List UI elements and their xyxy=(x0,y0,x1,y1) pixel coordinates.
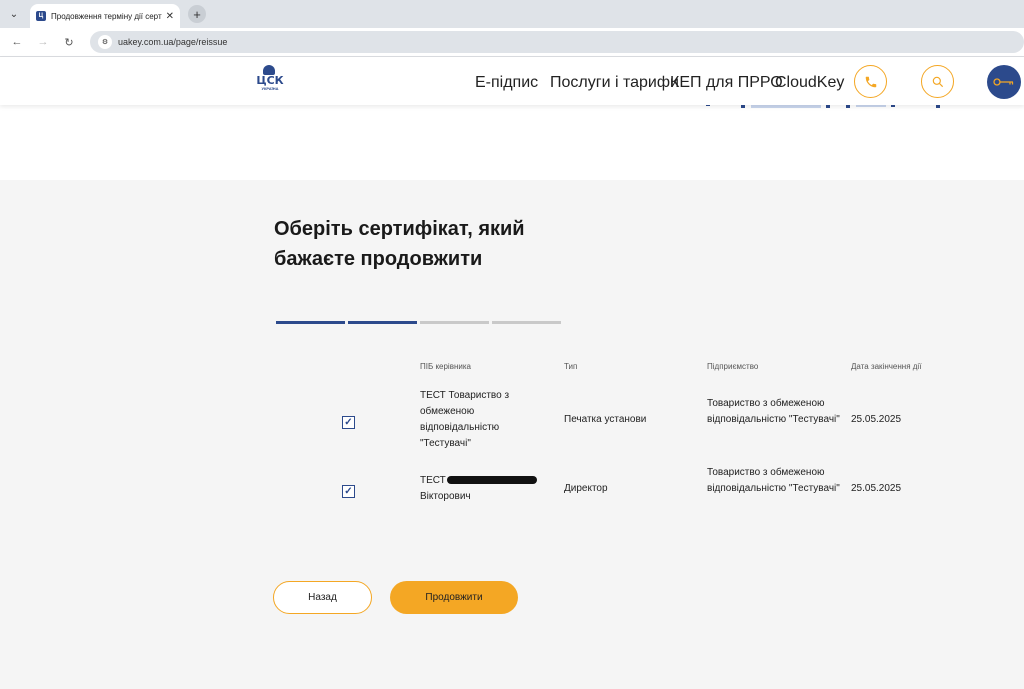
progress-step-3 xyxy=(420,321,489,324)
cell-name-prefix: ТЕСТ xyxy=(420,475,446,486)
cell-type: Печатка установи xyxy=(564,414,647,425)
site-logo[interactable]: ЦСК УКРАЇНА xyxy=(256,65,284,95)
logo-bird-icon xyxy=(263,65,275,75)
redaction-bar xyxy=(446,476,537,485)
site-header: ЦСК УКРАЇНА Е-підпис Послуги і тарифи КЕ… xyxy=(0,57,1024,105)
cell-expiry-date: 25.05.2025 xyxy=(851,483,902,494)
row-checkbox[interactable]: ✓ xyxy=(342,416,355,429)
progress-step-2 xyxy=(348,321,417,324)
cell-expiry-date: 25.05.2025 xyxy=(851,414,902,425)
site-favicon-icon: Ц xyxy=(36,11,46,21)
reload-icon[interactable]: ↻ xyxy=(60,33,78,51)
row-checkbox[interactable]: ✓ xyxy=(342,485,355,498)
search-button[interactable] xyxy=(921,65,954,98)
logo-subtext: УКРАЇНА xyxy=(261,86,279,91)
nav-link-e-signature[interactable]: Е-підпис xyxy=(475,74,538,92)
column-header-company: Підприємство xyxy=(707,362,759,371)
new-tab-icon[interactable]: + xyxy=(188,5,206,23)
tab-search-icon[interactable]: ⌄ xyxy=(6,6,22,22)
continue-button[interactable]: Продовжити xyxy=(390,581,518,614)
site-info-icon[interactable]: ⚙ xyxy=(98,35,112,49)
url-text: uakey.com.ua/page/reissue xyxy=(118,37,228,47)
search-icon xyxy=(932,76,943,87)
key-icon xyxy=(993,78,1014,86)
cell-name-suffix: Вікторович xyxy=(420,491,471,502)
cell-name: ТЕСТ Вікторович xyxy=(420,473,545,505)
tab-title: Продовження терміну дії сертифіката xyxy=(51,11,162,21)
main-content: Оберіть сертифікат, який бажаєте продовж… xyxy=(0,180,1024,689)
cell-company: Товариство з обмеженою відповідальністю … xyxy=(707,398,840,425)
cell-name: ТЕСТ Товариство з обмеженою відповідальн… xyxy=(420,390,510,449)
browser-tab[interactable]: Ц Продовження терміну дії сертифіката ✕ xyxy=(30,4,180,28)
close-icon[interactable]: ✕ xyxy=(166,11,174,22)
back-button[interactable]: Назад xyxy=(273,581,372,614)
phone-button[interactable] xyxy=(854,65,887,98)
cell-company: Товариство з обмеженою відповідальністю … xyxy=(707,467,840,494)
nav-link-cloudkey[interactable]: CloudKey xyxy=(775,74,844,92)
progress-step-1 xyxy=(276,321,345,324)
nav-link-services[interactable]: Послуги і тарифи xyxy=(550,74,679,92)
back-arrow-icon[interactable]: ← xyxy=(8,33,26,51)
column-header-type: Тип xyxy=(564,362,578,371)
page-title: Оберіть сертифікат, який бажаєте продовж… xyxy=(274,218,525,270)
cell-type: Директор xyxy=(564,483,608,494)
progress-steps xyxy=(276,321,561,324)
url-field[interactable]: ⚙ uakey.com.ua/page/reissue xyxy=(90,31,1024,53)
column-header-name: ПІБ керівника xyxy=(420,362,471,371)
login-key-button[interactable] xyxy=(987,65,1021,99)
progress-step-4 xyxy=(492,321,561,324)
phone-icon xyxy=(865,76,876,87)
browser-addressbar: ← → ↻ ⚙ uakey.com.ua/page/reissue xyxy=(0,28,1024,57)
browser-tabbar: ⌄ Ц Продовження терміну дії сертифіката … xyxy=(0,0,1024,28)
logo-text: ЦСК xyxy=(256,74,284,87)
nav-link-kep-prro[interactable]: КЕП для ПРРО xyxy=(670,74,783,92)
forward-arrow-icon[interactable]: → xyxy=(34,33,52,51)
column-header-expiry: Дата закінчення дії xyxy=(851,362,922,371)
